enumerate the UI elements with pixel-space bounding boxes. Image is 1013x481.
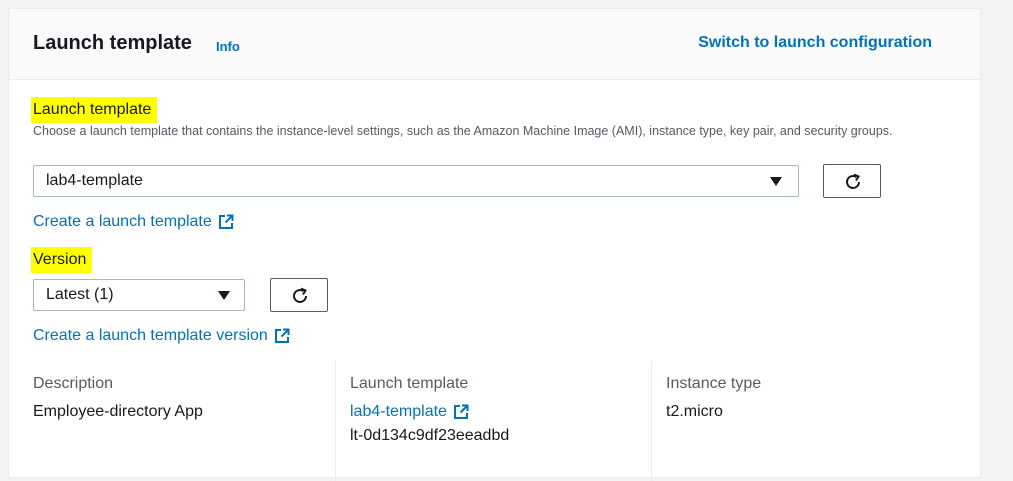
instance-type-label: Instance type — [666, 375, 762, 392]
description-label: Description — [33, 375, 114, 392]
info-link[interactable]: Info — [216, 39, 240, 54]
caret-down-icon — [218, 291, 230, 300]
instance-type-column: Instance type t2.micro — [651, 361, 951, 481]
create-launch-template-link-label: Create a launch template — [33, 213, 212, 230]
instance-type-value: t2.micro — [666, 403, 723, 420]
refresh-launch-templates-button[interactable] — [823, 164, 881, 198]
external-link-icon — [274, 328, 290, 343]
create-launch-template-version-link[interactable]: Create a launch template version — [33, 327, 290, 345]
launch-template-detail-id: lt-0d134c9df23eeadbd — [350, 427, 510, 444]
switch-to-launch-configuration-link[interactable]: Switch to launch configuration — [698, 34, 932, 52]
description-column: Description Employee-directory App — [33, 361, 333, 481]
launch-template-label: Launch template — [31, 97, 158, 123]
refresh-icon — [293, 287, 307, 303]
version-select-value: Latest (1) — [46, 286, 114, 303]
launch-template-column: Launch template lab4-template lt-0d134c9… — [335, 361, 649, 481]
version-label: Version — [31, 247, 93, 273]
create-launch-template-version-link-label: Create a launch template version — [33, 327, 268, 344]
caret-down-icon — [770, 177, 782, 186]
launch-template-panel: Launch template Info Switch to launch co… — [8, 8, 981, 481]
create-launch-template-link[interactable]: Create a launch template — [33, 213, 234, 231]
external-link-icon — [453, 404, 469, 419]
external-link-icon — [218, 214, 234, 229]
description-value: Employee-directory App — [33, 403, 203, 420]
launch-template-detail-label: Launch template — [350, 375, 469, 392]
launch-template-description: Choose a launch template that contains t… — [33, 124, 893, 138]
launch-template-detail-link[interactable]: lab4-template — [350, 403, 649, 421]
launch-template-select-value: lab4-template — [46, 172, 143, 189]
panel-title: Launch template — [33, 32, 192, 54]
version-select[interactable]: Latest (1) — [33, 279, 245, 311]
panel-header: Launch template Info Switch to launch co… — [9, 9, 980, 80]
launch-template-select[interactable]: lab4-template — [33, 165, 799, 197]
refresh-versions-button[interactable] — [270, 278, 328, 312]
launch-template-detail-name: lab4-template — [350, 403, 447, 420]
refresh-icon — [846, 173, 860, 189]
